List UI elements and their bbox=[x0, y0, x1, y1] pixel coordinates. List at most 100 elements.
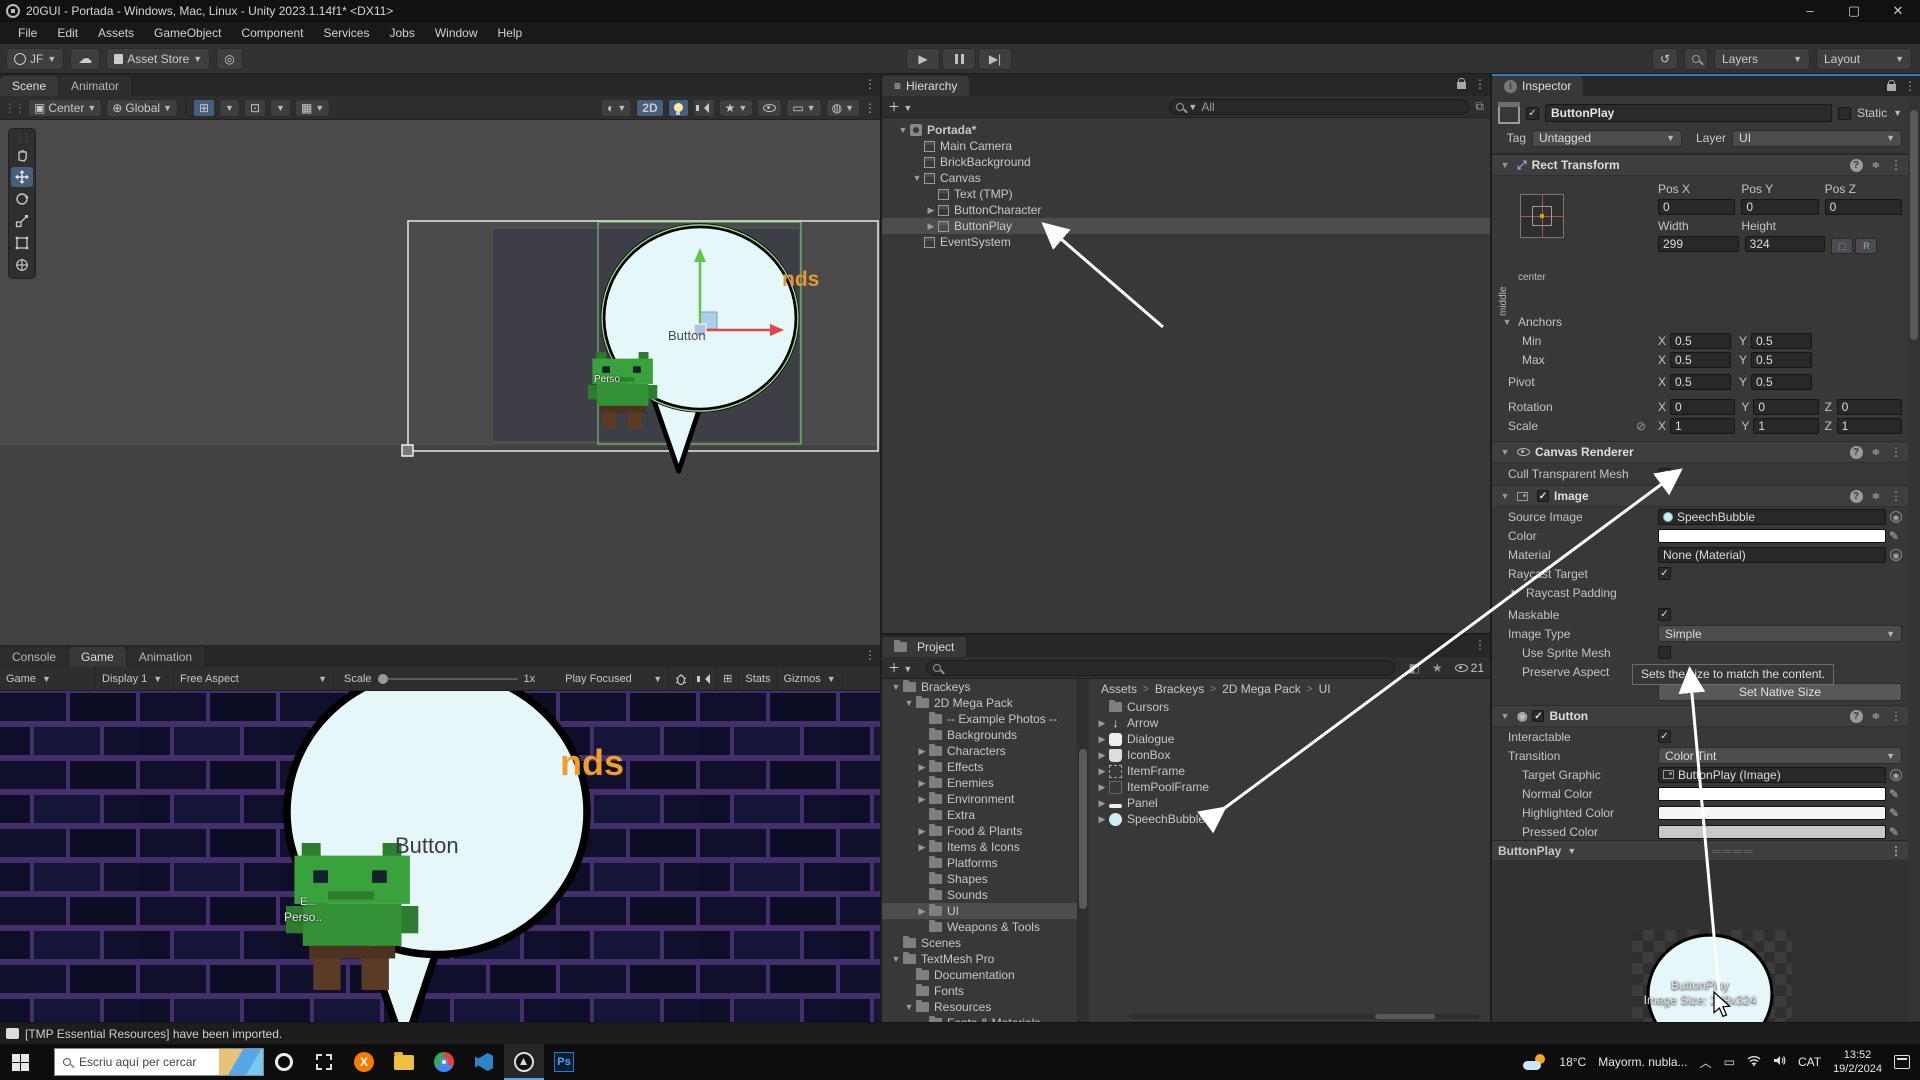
hierarchy-item-eventsystem[interactable]: EventSystem bbox=[882, 234, 1490, 250]
object-picker-icon[interactable]: ◉ bbox=[1890, 549, 1902, 561]
button-enabled-checkbox[interactable]: ✓ bbox=[1532, 710, 1544, 722]
breadcrumb-ui[interactable]: UI bbox=[1319, 682, 1331, 696]
display-target-dropdown[interactable]: Game▼ bbox=[0, 667, 96, 691]
foldout-arrow-icon[interactable]: ▶ bbox=[915, 778, 929, 789]
shading-mode-dropdown[interactable]: ◐ ▼ bbox=[601, 99, 632, 117]
eyedropper-icon[interactable]: ✎ bbox=[1886, 806, 1902, 820]
scene-viewport[interactable]: ⋮⋮ nds Button Perso bbox=[0, 120, 880, 645]
asset-item-itemframe[interactable]: ▶ItemFrame bbox=[1089, 763, 1490, 779]
tab-animation[interactable]: Animation bbox=[127, 647, 204, 667]
lighting-toggle[interactable] bbox=[668, 99, 689, 117]
hierarchy-search-input[interactable]: ▼ All bbox=[1169, 99, 1469, 115]
maximize-button[interactable]: ▢ bbox=[1832, 0, 1876, 22]
help-icon[interactable]: ? bbox=[1850, 159, 1863, 172]
material-field[interactable]: None (Material) bbox=[1658, 547, 1886, 563]
add-asset-button[interactable]: ＋ ▼ bbox=[888, 659, 912, 676]
preview-header[interactable]: ButtonPlay ▼ ════ ⋮ bbox=[1492, 840, 1908, 860]
lock-icon[interactable] bbox=[1457, 82, 1466, 89]
use-sprite-mesh-checkbox[interactable] bbox=[1658, 646, 1671, 659]
source-image-field[interactable]: SpeechBubble bbox=[1658, 509, 1886, 525]
foldout-arrow-icon[interactable]: ▼ bbox=[896, 125, 910, 135]
project-folder-scenes[interactable]: Scenes bbox=[882, 935, 1077, 951]
tab-console[interactable]: Console bbox=[0, 647, 68, 667]
menu-item-services[interactable]: Services bbox=[313, 26, 379, 40]
asset-item-speechbubble[interactable]: ▶SpeechBubble bbox=[1089, 811, 1490, 827]
lock-icon[interactable] bbox=[1887, 84, 1896, 91]
project-search-input[interactable] bbox=[926, 660, 1394, 676]
stats-toggle[interactable]: Stats bbox=[739, 667, 777, 691]
project-folder--example-photos-[interactable]: -- Example Photos -- bbox=[882, 711, 1077, 727]
pause-button[interactable] bbox=[942, 48, 976, 70]
layers-dropdown[interactable]: Layers ▼ bbox=[1714, 48, 1810, 70]
static-checkbox[interactable] bbox=[1838, 107, 1851, 120]
taskbar-app-taskview[interactable] bbox=[304, 1044, 344, 1080]
foldout-arrow-icon[interactable]: ▼ bbox=[1498, 491, 1512, 501]
taskbar-app-chrome[interactable] bbox=[424, 1044, 464, 1080]
search-button[interactable] bbox=[1684, 48, 1708, 70]
layer-dropdown[interactable]: UI▼ bbox=[1732, 130, 1902, 147]
project-folder-fonts[interactable]: Fonts bbox=[882, 983, 1077, 999]
rotate-tool[interactable] bbox=[11, 189, 33, 209]
play-button[interactable]: ▶ bbox=[906, 48, 940, 70]
project-folder-effects[interactable]: ▶Effects bbox=[882, 759, 1077, 775]
project-folder-platforms[interactable]: Platforms bbox=[882, 855, 1077, 871]
kebab-menu-icon[interactable]: ⋮ bbox=[864, 648, 876, 662]
volume-icon[interactable] bbox=[1773, 1055, 1786, 1069]
project-folder-documentation[interactable]: Documentation bbox=[882, 967, 1077, 983]
pivot-y-field[interactable]: 0.5 bbox=[1751, 374, 1812, 390]
tab-animator[interactable]: Animator bbox=[59, 76, 131, 96]
increment-snap-dropdown[interactable]: ▼ bbox=[270, 99, 291, 117]
interactable-checkbox[interactable]: ✓ bbox=[1658, 730, 1671, 743]
presets-icon[interactable]: ≑ bbox=[1872, 711, 1881, 722]
foldout-arrow-icon[interactable]: ▶ bbox=[1095, 718, 1109, 729]
notification-center-icon[interactable] bbox=[1894, 1055, 1910, 1069]
gizmos-dropdown[interactable]: Gizmos▼ bbox=[777, 667, 842, 691]
menu-item-assets[interactable]: Assets bbox=[88, 26, 144, 40]
effects-dropdown[interactable]: ★ ▼ bbox=[719, 99, 754, 117]
audio-mute-toggle[interactable] bbox=[693, 99, 715, 117]
scene-picker-icon[interactable]: ⧉ bbox=[1475, 99, 1484, 114]
increment-snap-toggle[interactable]: ⊡ bbox=[244, 99, 266, 117]
taskbar-app-xampp[interactable]: X bbox=[344, 1044, 384, 1080]
scale-link-icon[interactable]: ⊘ bbox=[1636, 419, 1658, 433]
menu-item-component[interactable]: Component bbox=[231, 26, 313, 40]
grid-snap-dropdown[interactable]: ▼ bbox=[219, 99, 240, 117]
gameobject-name-field[interactable]: ButtonPlay bbox=[1545, 104, 1832, 122]
foldout-arrow-icon[interactable]: ▶ bbox=[1095, 814, 1109, 825]
hidden-packages-toggle[interactable]: 21 bbox=[1455, 661, 1484, 675]
target-graphic-field[interactable]: ButtonPlay (Image) bbox=[1658, 767, 1886, 783]
project-folder-characters[interactable]: ▶Characters bbox=[882, 743, 1077, 759]
hierarchy-item-buttoncharacter[interactable]: ▶ButtonCharacter bbox=[882, 202, 1490, 218]
foldout-arrow-icon[interactable]: ▼ bbox=[902, 1002, 916, 1012]
temperature[interactable]: 18°C bbox=[1559, 1055, 1586, 1069]
eyedropper-icon[interactable]: ✎ bbox=[1886, 787, 1902, 801]
maskable-checkbox[interactable]: ✓ bbox=[1658, 608, 1671, 621]
aspect-dropdown[interactable]: Free Aspect▼ bbox=[174, 667, 334, 691]
breadcrumb-assets[interactable]: Assets bbox=[1101, 682, 1137, 696]
menu-item-window[interactable]: Window bbox=[425, 26, 488, 40]
foldout-arrow-icon[interactable]: ▶ bbox=[1095, 782, 1109, 793]
asset-item-panel[interactable]: ▶Panel bbox=[1089, 795, 1490, 811]
drag-handle[interactable]: ⋮⋮ bbox=[4, 101, 24, 115]
pivot-x-field[interactable]: 0.5 bbox=[1670, 374, 1731, 390]
tab-scene[interactable]: Scene bbox=[0, 76, 58, 96]
display-dropdown[interactable]: Display 1▼ bbox=[96, 667, 174, 691]
grid-snap-toggle[interactable]: ⊞ bbox=[193, 99, 215, 117]
kebab-menu-icon[interactable]: ⋮ bbox=[1890, 158, 1902, 172]
foldout-arrow-icon[interactable]: ▶ bbox=[915, 746, 929, 757]
project-folder-environment[interactable]: ▶Environment bbox=[882, 791, 1077, 807]
kebab-menu-icon[interactable]: ⋮ bbox=[1474, 77, 1486, 91]
foldout-arrow-icon[interactable]: ▶ bbox=[915, 826, 929, 837]
help-icon[interactable]: ? bbox=[1850, 710, 1863, 723]
kebab-menu-icon[interactable]: ⋮ bbox=[1474, 638, 1486, 652]
taskbar-app-vscode[interactable] bbox=[464, 1044, 504, 1080]
rect-transform-header[interactable]: ▼ ⤢ Rect Transform ? ≑ ⋮ bbox=[1492, 154, 1908, 176]
drag-handle[interactable]: ════ bbox=[1576, 844, 1890, 858]
set-native-size-button[interactable]: Set Native Size bbox=[1658, 683, 1902, 701]
height-field[interactable]: 324 bbox=[1745, 236, 1826, 252]
taskbar-app-photoshop[interactable]: Ps bbox=[544, 1044, 584, 1080]
debug-bug-toggle[interactable] bbox=[669, 667, 694, 691]
foldout-arrow-icon[interactable]: ▼ bbox=[1498, 447, 1512, 457]
anchor-max-y-field[interactable]: 0.5 bbox=[1751, 352, 1812, 368]
add-gameobject-button[interactable]: ＋ ▼ bbox=[888, 98, 912, 115]
